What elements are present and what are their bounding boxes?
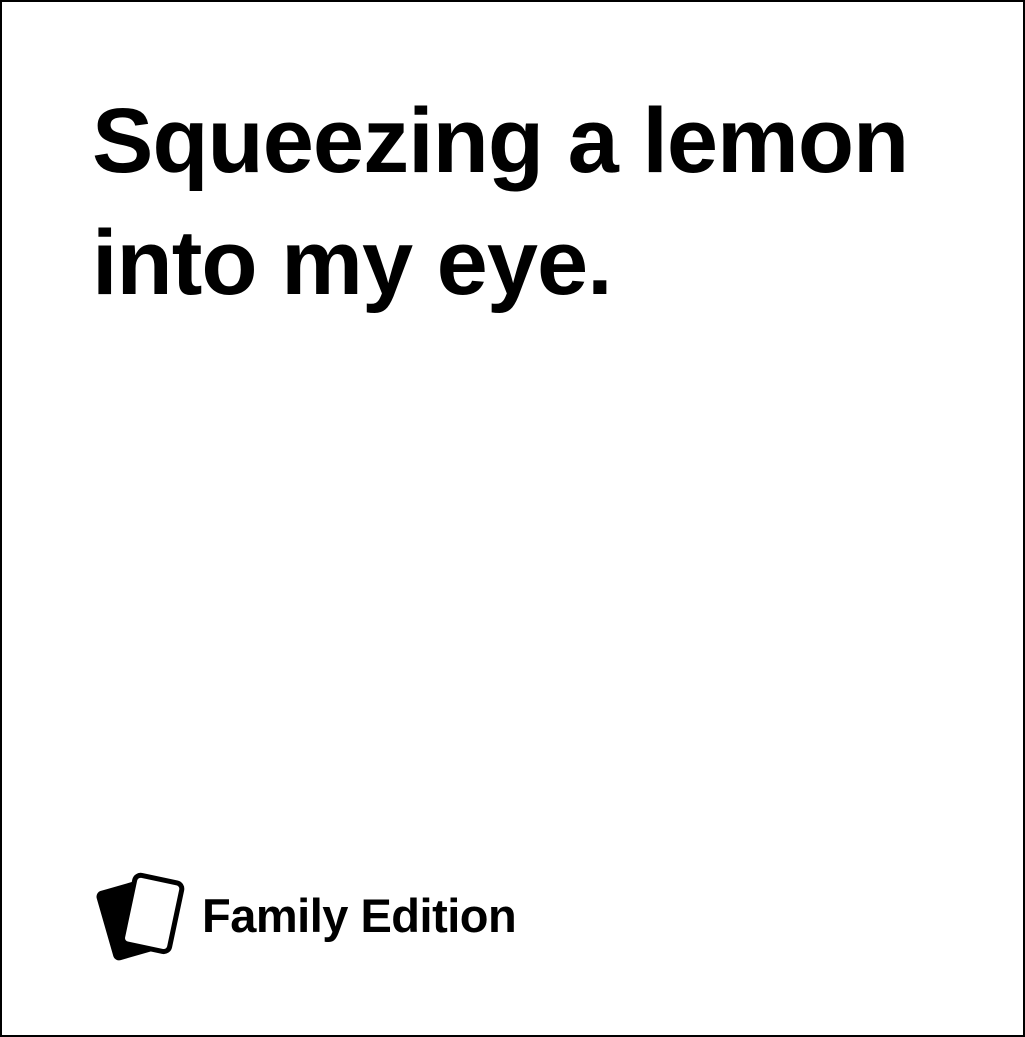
stacked-cards-icon xyxy=(96,872,185,961)
card-footer: Family Edition xyxy=(92,868,517,964)
edition-label: Family Edition xyxy=(202,889,517,942)
answer-card: Squeezing a lemon into my eye. Family Ed… xyxy=(0,0,1025,1037)
card-text: Squeezing a lemon into my eye. xyxy=(92,90,909,314)
